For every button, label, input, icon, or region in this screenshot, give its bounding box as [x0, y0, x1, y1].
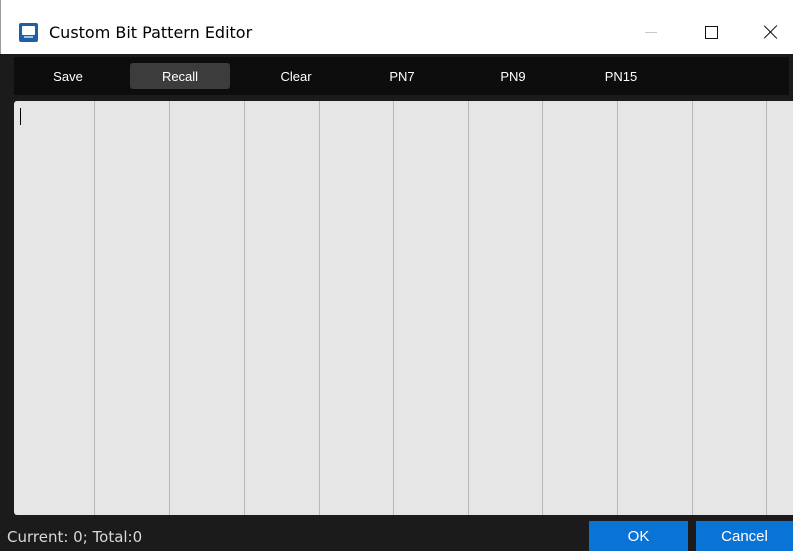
minimize-icon — [645, 31, 657, 33]
column-divider — [244, 101, 245, 515]
column-divider — [393, 101, 394, 515]
status-bar: Current: 0; Total:0 OK Cancel — [0, 521, 793, 551]
clear-button[interactable]: Clear — [246, 63, 346, 89]
window-title: Custom Bit Pattern Editor — [49, 23, 253, 42]
column-divider — [319, 101, 320, 515]
column-divider — [94, 101, 95, 515]
column-divider — [542, 101, 543, 515]
save-button[interactable]: Save — [18, 63, 118, 89]
ok-button[interactable]: OK — [589, 521, 688, 551]
title-bar: Custom Bit Pattern Editor — [0, 0, 793, 54]
maximize-icon — [704, 25, 718, 39]
maximize-button[interactable] — [688, 14, 734, 50]
text-caret — [20, 108, 21, 125]
pn9-button[interactable]: PN9 — [463, 63, 563, 89]
minimize-button[interactable] — [628, 14, 674, 50]
close-icon — [763, 24, 779, 40]
recall-button[interactable]: Recall — [130, 63, 230, 89]
bit-pattern-text-area[interactable] — [14, 101, 793, 515]
app-logo-icon — [19, 23, 38, 42]
column-divider — [468, 101, 469, 515]
toolbar: Save Recall Clear PN7 PN9 PN15 — [14, 57, 789, 95]
cancel-button[interactable]: Cancel — [696, 521, 793, 551]
bit-pattern-editor-window: Custom Bit Pattern Editor Save Recall Cl… — [0, 0, 793, 551]
column-divider — [617, 101, 618, 515]
column-divider — [692, 101, 693, 515]
column-divider — [169, 101, 170, 515]
status-text: Current: 0; Total:0 — [7, 528, 143, 546]
pn7-button[interactable]: PN7 — [352, 63, 452, 89]
pn15-button[interactable]: PN15 — [571, 63, 671, 89]
close-button[interactable] — [748, 14, 793, 50]
column-divider — [766, 101, 767, 515]
